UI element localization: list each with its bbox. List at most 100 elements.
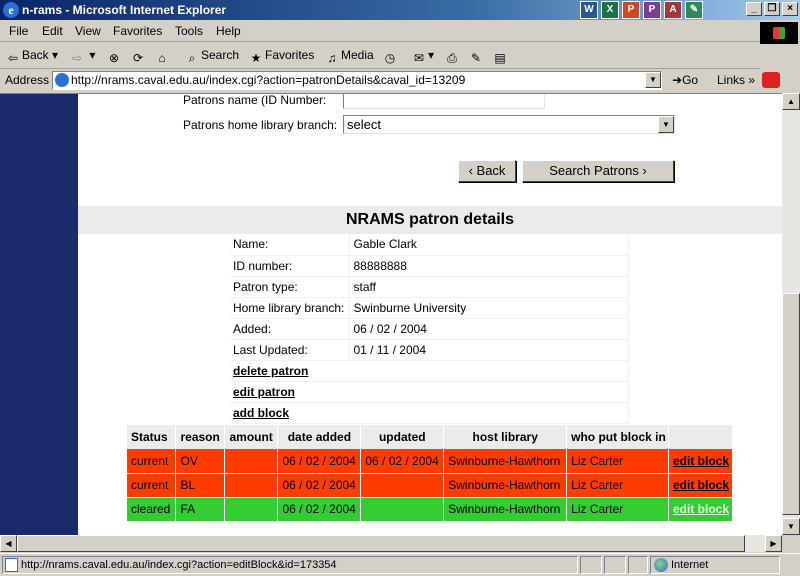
edit-patron-link[interactable]: edit patron xyxy=(233,385,295,399)
blocks-table: Status reason amount date added updated … xyxy=(127,425,733,522)
status-panel xyxy=(580,556,602,574)
edit-block-link[interactable]: edit block xyxy=(673,502,729,516)
edit-block-link[interactable]: edit block xyxy=(673,454,729,468)
horizontal-scroll-thumb[interactable] xyxy=(17,535,745,552)
menu-edit[interactable]: Edit xyxy=(42,24,63,38)
col-who: who put block in xyxy=(566,425,669,449)
search-button[interactable]: ⌕ Search xyxy=(185,48,239,65)
address-input[interactable]: http://nrams.caval.edu.au/index.cgi?acti… xyxy=(52,71,662,90)
detail-label: Home library branch: xyxy=(229,297,350,319)
vertical-scrollbar[interactable]: ▲ ▼ xyxy=(782,93,800,535)
search-patrons-button[interactable]: Search Patrons › xyxy=(522,160,674,182)
quick-launch-icons: W X P P A ✎ xyxy=(580,1,703,19)
home-button[interactable]: ⌂ xyxy=(155,48,171,65)
delete-patron-link[interactable]: delete patron xyxy=(233,364,308,378)
minimize-button[interactable]: _ xyxy=(746,2,762,16)
chevron-down-icon[interactable]: ▼ xyxy=(658,116,674,133)
block-host-library: Swinburne-Hawthorn xyxy=(443,473,568,498)
col-status: Status xyxy=(127,425,177,449)
patron-id-label: Patrons name (ID Number: xyxy=(183,93,327,107)
block-status: current xyxy=(127,449,177,474)
links-button[interactable]: Links » xyxy=(717,73,755,87)
status-panel xyxy=(604,556,626,574)
edit-icon: ✎ xyxy=(470,51,482,65)
status-bar: http://nrams.caval.edu.au/index.cgi?acti… xyxy=(0,553,800,576)
restore-button[interactable]: ❐ xyxy=(764,2,780,16)
print-button[interactable]: ⎙ xyxy=(445,48,461,65)
status-text-panel: http://nrams.caval.edu.au/index.cgi?acti… xyxy=(2,556,578,574)
block-status: cleared xyxy=(127,497,177,522)
address-label: Address xyxy=(5,73,50,87)
block-who: Liz Carter xyxy=(566,449,669,474)
block-reason: BL xyxy=(175,473,226,498)
detail-value: Swinburne University xyxy=(349,297,629,319)
history-button[interactable]: ◷ xyxy=(383,48,399,65)
close-button[interactable]: × xyxy=(782,2,798,16)
detail-label: Added: xyxy=(229,318,350,340)
status-panel xyxy=(628,556,648,574)
block-status: current xyxy=(127,473,177,498)
publisher-icon[interactable]: P xyxy=(643,1,661,19)
paint-icon[interactable]: ✎ xyxy=(685,1,703,19)
add-block-link[interactable]: add block xyxy=(233,406,289,420)
back-arrow-icon: ⇦ xyxy=(7,51,19,65)
block-date-added: 06 / 02 / 2004 xyxy=(277,449,362,474)
scroll-up-icon[interactable]: ▲ xyxy=(782,93,800,110)
powerpoint-icon[interactable]: P xyxy=(622,1,640,19)
refresh-button[interactable]: ⟳ xyxy=(131,48,147,65)
vertical-scroll-thumb[interactable] xyxy=(782,293,800,515)
favorites-icon: ★ xyxy=(250,51,262,65)
menu-favorites[interactable]: Favorites xyxy=(113,24,162,38)
forward-arrow-icon: ⇨ xyxy=(71,51,83,65)
page-icon xyxy=(5,558,18,572)
block-reason: OV xyxy=(175,449,226,474)
window-title: n-rams - Microsoft Internet Explorer xyxy=(22,3,227,17)
block-reason: FA xyxy=(175,497,226,522)
scroll-right-icon[interactable]: ▶ xyxy=(765,535,782,552)
left-sidebar xyxy=(0,94,78,535)
menu-view[interactable]: View xyxy=(75,24,101,38)
excel-icon[interactable]: X xyxy=(601,1,619,19)
scroll-left-icon[interactable]: ◀ xyxy=(0,535,17,552)
home-icon: ⌂ xyxy=(158,51,166,65)
back-nav-button[interactable]: ‹ Back xyxy=(458,160,516,182)
address-dropdown-button[interactable]: ▼ xyxy=(645,72,661,88)
edit-page-button[interactable]: ✎ xyxy=(469,48,485,65)
menu-help[interactable]: Help xyxy=(216,24,241,38)
print-icon: ⎙ xyxy=(447,51,457,65)
menu-file[interactable]: File xyxy=(9,24,28,38)
media-button[interactable]: ♫ Media xyxy=(325,48,374,65)
scroll-down-icon[interactable]: ▼ xyxy=(782,518,800,535)
access-icon[interactable]: A xyxy=(664,1,682,19)
col-updated: updated xyxy=(360,425,445,449)
col-date-added: date added xyxy=(277,425,362,449)
block-who: Liz Carter xyxy=(566,497,669,522)
forward-button[interactable]: ⇨ ▾ xyxy=(70,48,95,65)
page-favicon-icon xyxy=(55,73,69,87)
menu-tools[interactable]: Tools xyxy=(175,24,203,38)
back-button[interactable]: ⇦ Back ▾ xyxy=(6,48,58,65)
favorites-button[interactable]: ★ Favorites xyxy=(249,48,315,65)
windows-logo-icon xyxy=(760,22,798,44)
detail-value: 06 / 02 / 2004 xyxy=(349,318,629,340)
mail-icon: ✉ xyxy=(413,51,425,65)
word-icon[interactable]: W xyxy=(580,1,598,19)
go-button[interactable]: ➜Go xyxy=(672,73,698,87)
edit-block-link[interactable]: edit block xyxy=(673,478,729,492)
toolbar-extension-icon[interactable] xyxy=(762,72,780,88)
patron-details-header: NRAMS patron details xyxy=(78,206,782,234)
mail-button[interactable]: ✉ ▾ xyxy=(412,48,434,65)
media-icon: ♫ xyxy=(327,51,337,65)
detail-value: Gable Clark xyxy=(349,234,629,256)
window-controls: _ ❐ × xyxy=(746,2,798,16)
detail-row: ID number: 88888888 xyxy=(229,255,629,277)
discuss-button[interactable]: ▤ xyxy=(493,48,509,65)
detail-row: Added: 06 / 02 / 2004 xyxy=(229,318,629,340)
menu-bar: File Edit View Favorites Tools Help xyxy=(0,20,800,42)
block-amount xyxy=(224,497,279,522)
stop-button[interactable]: ⊗ xyxy=(107,48,123,65)
globe-icon xyxy=(654,558,668,572)
patron-id-input[interactable] xyxy=(343,94,545,109)
branch-select[interactable]: select ▼ xyxy=(343,115,675,134)
horizontal-scrollbar[interactable]: ◀ ▶ xyxy=(0,535,782,552)
